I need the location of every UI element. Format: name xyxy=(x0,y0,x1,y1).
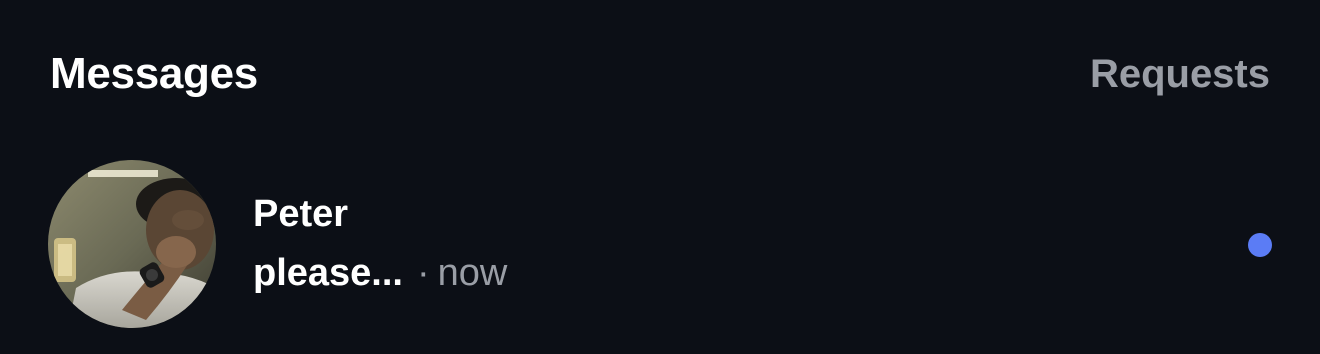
requests-button[interactable]: Requests xyxy=(1090,50,1270,98)
conversation-row[interactable]: Peter please... · now xyxy=(0,150,1320,340)
unread-indicator xyxy=(1248,233,1272,257)
avatar[interactable] xyxy=(48,160,216,328)
message-timestamp: now xyxy=(437,252,508,294)
messages-header: Messages Requests xyxy=(0,0,1320,140)
profile-photo-icon xyxy=(48,160,216,328)
message-preview-line: please... · now xyxy=(253,250,507,296)
message-preview: please... xyxy=(253,252,403,294)
page-title: Messages xyxy=(50,49,258,98)
separator-dot: · xyxy=(416,252,430,294)
contact-name: Peter xyxy=(253,193,349,235)
